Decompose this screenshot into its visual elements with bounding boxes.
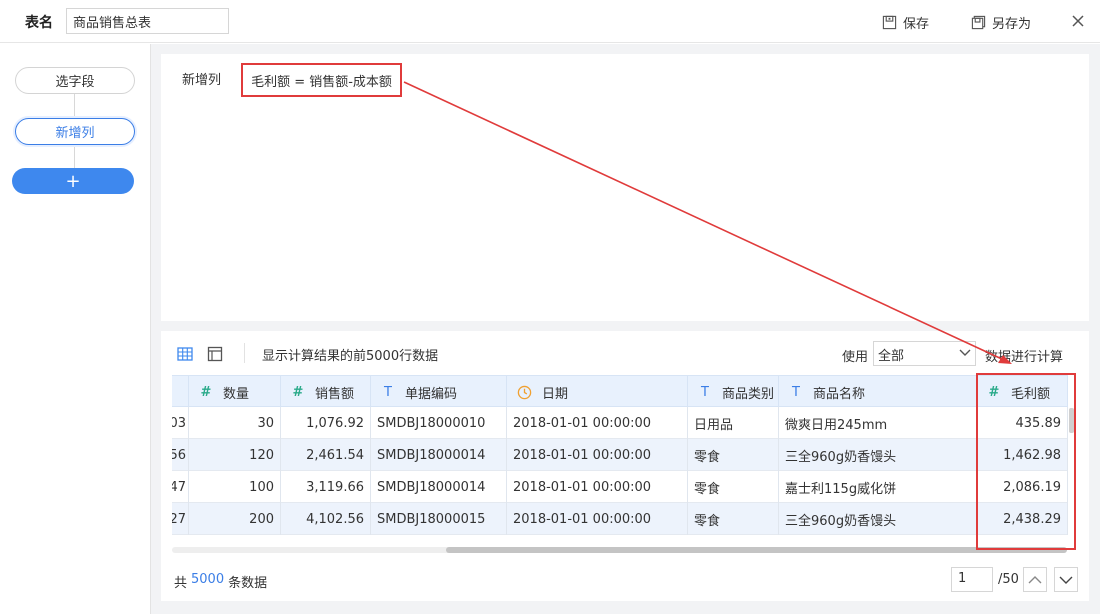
cell-category: 零食 — [688, 471, 779, 503]
cell-qty: 100 — [189, 471, 281, 503]
cell-partial: 27 — [172, 503, 189, 535]
table-row[interactable]: 03 30 1,076.92 SMDBJ18000010 2018-01-01 … — [172, 407, 1068, 439]
cell-category: 零食 — [688, 439, 779, 471]
cell-qty: 30 — [189, 407, 281, 439]
table-row[interactable]: 47 100 3,119.66 SMDBJ18000014 2018-01-01… — [172, 471, 1068, 503]
add-step-button[interactable]: + — [12, 168, 134, 194]
text-type-icon: T — [701, 384, 709, 400]
step-select-fields[interactable]: 选字段 — [15, 67, 135, 94]
calc-label: 数据进行计算 — [985, 350, 1064, 365]
cell-sales: 4,102.56 — [281, 503, 371, 535]
save-label: 保存 — [903, 16, 930, 32]
page-total: /50 — [998, 572, 1019, 587]
horizontal-scrollbar[interactable] — [172, 547, 1067, 553]
column-label: 数量 — [223, 386, 250, 402]
top-bar: 表名 商品销售总表 保存 另存为 — [0, 0, 1100, 43]
cell-product: 微爽日用245mm — [779, 407, 977, 439]
page-number-input[interactable]: 1 — [951, 567, 993, 592]
column-label: 日期 — [542, 386, 569, 402]
preview-hint: 显示计算结果的前5000行数据 — [262, 349, 439, 364]
table-name-input[interactable]: 商品销售总表 — [66, 8, 229, 34]
save-button[interactable]: 保存 — [882, 12, 929, 32]
column-header-partial — [172, 376, 189, 408]
table-name-label: 表名 — [25, 15, 53, 31]
previous-page-button[interactable] — [1023, 567, 1047, 592]
cell-code: SMDBJ18000014 — [371, 471, 507, 503]
table-view-icon[interactable] — [177, 346, 193, 362]
cell-date: 2018-01-01 00:00:00 — [507, 471, 688, 503]
number-type-icon: # — [200, 384, 212, 400]
next-page-button[interactable] — [1054, 567, 1078, 592]
total-count: 共 5000 条数据 — [174, 572, 267, 591]
row-scope-select[interactable]: 全部 — [873, 341, 976, 366]
cell-product: 嘉士利115g威化饼 — [779, 471, 977, 503]
column-label: 单据编码 — [405, 386, 458, 402]
cell-sales: 2,461.54 — [281, 439, 371, 471]
table-row[interactable]: 56 120 2,461.54 SMDBJ18000014 2018-01-01… — [172, 439, 1068, 471]
column-header-date[interactable]: 日期 — [507, 376, 688, 408]
table-row[interactable]: 27 200 4,102.56 SMDBJ18000015 2018-01-01… — [172, 503, 1068, 535]
new-column-label: 新增列 — [182, 73, 222, 88]
chevron-up-icon — [1028, 575, 1042, 583]
profit-column-highlight — [976, 373, 1076, 550]
cell-qty: 200 — [189, 503, 281, 535]
save-icon — [882, 15, 897, 29]
cell-date: 2018-01-01 00:00:00 — [507, 407, 688, 439]
cell-date: 2018-01-01 00:00:00 — [507, 503, 688, 535]
cell-category: 日用品 — [688, 407, 779, 439]
text-type-icon: T — [384, 384, 392, 400]
cell-product: 三全960g奶香馒头 — [779, 503, 977, 535]
cell-date: 2018-01-01 00:00:00 — [507, 439, 688, 471]
cell-sales: 3,119.66 — [281, 471, 371, 503]
column-label: 商品类别 — [722, 386, 775, 402]
cell-qty: 120 — [189, 439, 281, 471]
cell-product: 三全960g奶香馒头 — [779, 439, 977, 471]
cell-partial: 47 — [172, 471, 189, 503]
close-icon[interactable] — [1070, 13, 1086, 29]
cell-code: SMDBJ18000014 — [371, 439, 507, 471]
save-as-icon — [971, 15, 986, 29]
chevron-down-icon — [1059, 576, 1073, 584]
formula-expression[interactable]: 毛利额 = 销售额-成本额 — [241, 63, 402, 97]
horizontal-scroll-thumb[interactable] — [446, 547, 1067, 553]
total-number: 5000 — [191, 572, 225, 587]
save-as-label: 另存为 — [992, 16, 1032, 32]
data-table: # 数量 # 销售额 T 单据编码 日期 T 商品类别 T 商品名称 # 毛利额… — [172, 375, 1068, 545]
cell-code: SMDBJ18000015 — [371, 503, 507, 535]
toolbar-divider — [244, 343, 245, 363]
column-label: 销售额 — [315, 386, 355, 402]
column-header-category[interactable]: T 商品类别 — [688, 376, 779, 408]
total-suffix: 条数据 — [228, 576, 268, 591]
cell-code: SMDBJ18000010 — [371, 407, 507, 439]
total-prefix: 共 — [174, 576, 188, 591]
row-scope-value: 全部 — [878, 349, 905, 364]
text-type-icon: T — [792, 384, 800, 400]
cell-partial: 03 — [172, 407, 189, 439]
clock-icon — [517, 385, 532, 399]
column-header-code[interactable]: T 单据编码 — [371, 376, 507, 408]
column-label: 商品名称 — [813, 386, 866, 402]
chevron-down-icon — [959, 349, 971, 356]
use-label: 使用 — [842, 350, 869, 365]
cell-partial: 56 — [172, 439, 189, 471]
cell-sales: 1,076.92 — [281, 407, 371, 439]
layout-view-icon[interactable] — [207, 346, 223, 362]
save-as-button[interactable]: 另存为 — [971, 12, 1031, 32]
column-header-product[interactable]: T 商品名称 — [779, 376, 977, 408]
column-header-qty[interactable]: # 数量 — [189, 376, 281, 408]
step-new-column[interactable]: 新增列 — [15, 118, 135, 145]
cell-category: 零食 — [688, 503, 779, 535]
table-header: # 数量 # 销售额 T 单据编码 日期 T 商品类别 T 商品名称 # 毛利额 — [172, 375, 1068, 408]
column-header-sales[interactable]: # 销售额 — [281, 376, 371, 408]
number-type-icon: # — [292, 384, 304, 400]
